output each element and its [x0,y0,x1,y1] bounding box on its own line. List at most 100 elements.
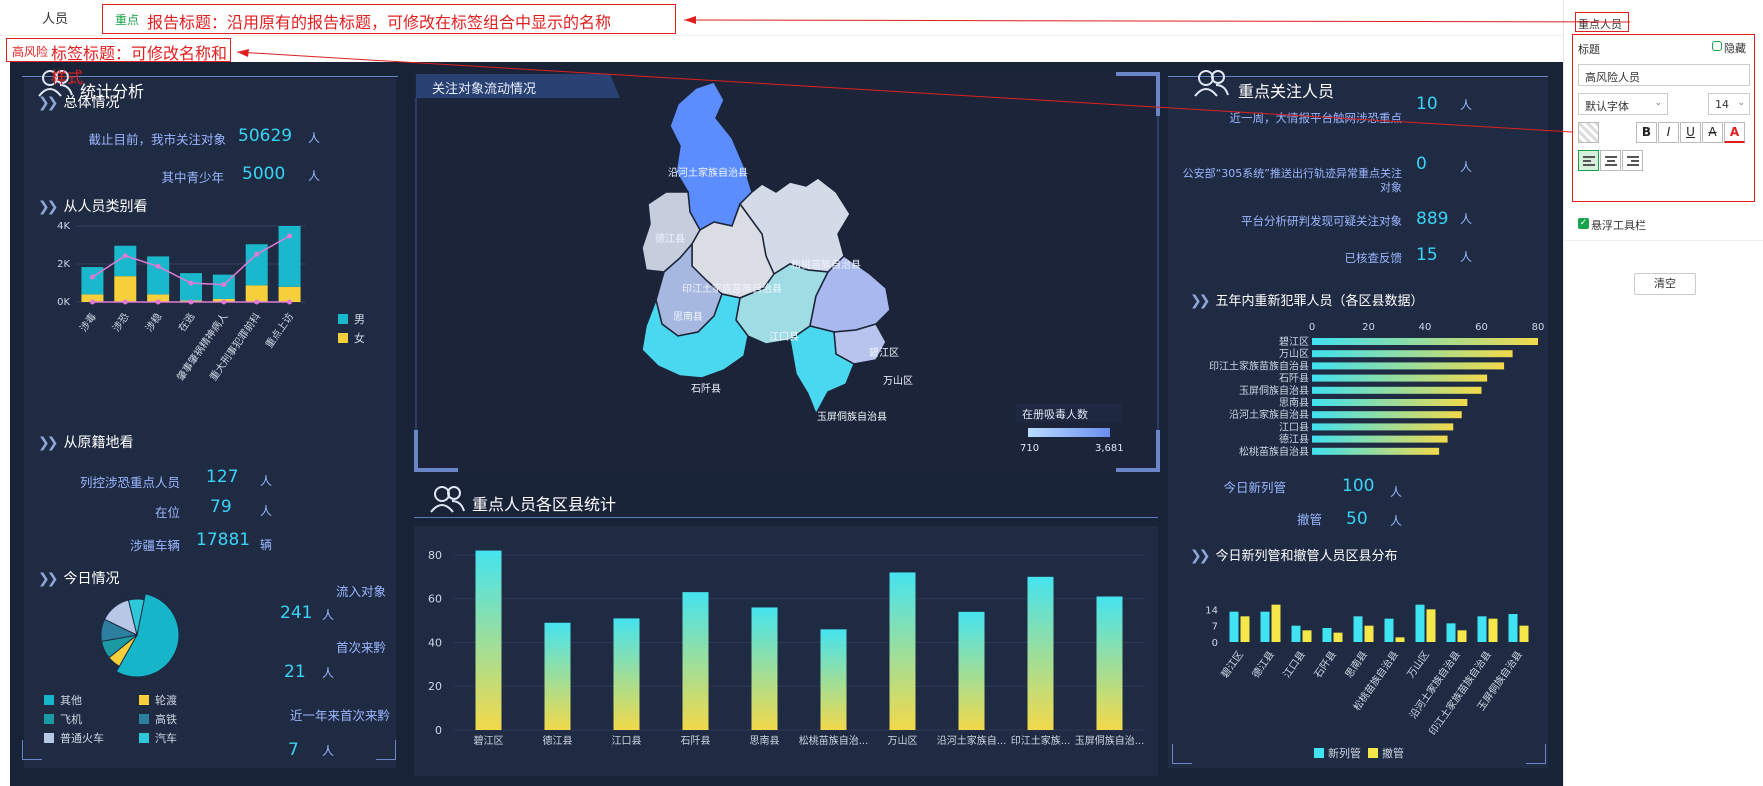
italic-button[interactable]: I [1658,122,1679,143]
trend-point [254,251,260,257]
trend-point [254,299,260,305]
map-region-label: 万山区 [883,375,913,387]
trend-point [287,233,293,239]
right-stat-label: 公安部“305系统”推送出行轨迹异常重点关注对象 [1182,167,1402,194]
legend-swatch [139,733,149,743]
district-bar [544,622,571,730]
x-tick-label: 碧江区 [1219,649,1246,680]
map-legend-gradient [1028,428,1110,437]
origin-section-title: ❯❯ 从原籍地看 [38,435,134,451]
legend-label: 其他 [60,694,82,707]
y-tick-label: 万山区 [1279,348,1309,360]
bar-female [114,276,137,302]
bar-female [245,285,268,302]
underline-button[interactable]: U [1680,122,1701,143]
tab-key-person[interactable]: 重点人员 [1575,12,1629,32]
overall-value: 50629 [238,126,293,146]
trend-point [155,299,161,305]
map-legend-title: 在册吸毒人数 [1022,408,1088,421]
right-today-value: 50 [1346,509,1368,529]
y-tick-label: 0K [57,297,70,308]
district-bar [1027,576,1054,730]
x-tick-label: 碧江区 [474,735,504,747]
bold-button[interactable]: B [1636,122,1657,143]
divider [1563,240,1763,241]
chevron-down-icon: ⌄ [1654,98,1662,108]
map-region-label: 印江土家族苗族自治县 [682,282,782,295]
origin-unit: 辆 [260,538,273,552]
origin-label: 列控涉恐重点人员 [79,475,180,490]
right-stat-label: 已核查反馈 [1344,251,1403,265]
x-tick-label: 石阡县 [1312,649,1339,680]
hbar [1312,350,1513,358]
legend-label: 轮渡 [155,694,177,707]
font-color-button[interactable]: A [1724,122,1745,143]
overall-unit: 人 [308,169,321,183]
right-stat-unit: 人 [1460,98,1473,112]
x-tick-label: 印江土家族... [1011,734,1071,747]
bg-color-button[interactable] [1578,122,1599,143]
legend-label: 普通火车 [60,732,104,745]
hbar [1312,338,1538,345]
overall-unit: 人 [308,131,321,145]
bar-removed [1488,618,1498,642]
align-left-button[interactable] [1578,150,1599,171]
y-tick-label: 4K [57,221,70,232]
x-tick-label: 在逃 [175,310,197,334]
map-region-label: 石阡县 [691,383,721,395]
title-input[interactable]: 高风险人员 [1578,64,1750,86]
today-stat-label: 近一年来首次来黔 [289,708,390,723]
title-settings-box [1572,34,1755,202]
hide-checkbox[interactable] [1712,41,1722,51]
bar-male [180,273,202,301]
x-tick-label: 江口县 [1281,649,1308,680]
x-tick-label: 80 [1532,322,1544,333]
align-center-button[interactable] [1600,150,1621,171]
chevron-right-icon: ❯❯ [1190,293,1211,309]
origin-label: 涉疆车辆 [129,538,180,553]
pie-legend-item: 普通火车 [44,730,104,746]
hbar [1312,411,1462,419]
pie-legend-item: 轮渡 [139,692,177,708]
bar-removed [1395,637,1405,642]
trend-point [188,299,194,305]
right-today-unit: 人 [1390,485,1403,499]
district-bar [751,607,778,730]
strike-button[interactable]: A [1702,122,1723,143]
hbar [1312,374,1488,382]
trend-point [155,263,161,269]
dist-section-title: ❯❯ 今日新列管和撤管人员区县分布 [1190,548,1398,564]
x-tick-label: 思南县 [750,734,780,747]
y-tick-label: 碧江区 [1279,336,1309,348]
bar-new [1353,616,1363,642]
font-select[interactable]: 默认字体 ⌄ [1578,93,1668,115]
size-select[interactable]: 14 ⌄ [1708,93,1750,115]
bar-removed [1333,632,1343,642]
y-tick-label: 60 [428,593,442,606]
bar-new [1508,614,1518,642]
bar-removed [1302,630,1312,642]
x-tick-label: 沿河土家族自... [937,734,1007,747]
hbar [1312,435,1448,443]
x-tick-label: 40 [1419,322,1432,333]
x-tick-label: 松桃苗族自治... [799,734,869,747]
align-right-button[interactable] [1622,150,1643,171]
x-tick-label: 涉毒 [77,310,99,334]
clear-button[interactable]: 清空 [1634,273,1696,295]
right-stat-unit: 人 [1460,212,1473,226]
annotation-report-title: 重点 报告标题：沿用原有的报告标题，可修改在标签组合中显示的名称 [102,4,676,34]
map-title: 关注对象流动情况 [432,82,537,97]
trend-point [188,280,194,286]
y-tick-label: 20 [428,680,442,693]
district-bar [889,572,916,730]
district-bar [820,629,847,730]
legend-label: 女 [354,331,365,345]
x-tick-label: 重点上访 [262,310,296,350]
y-tick-label: 江口县 [1279,421,1309,433]
bar-removed [1240,616,1250,642]
legend-swatch [139,695,149,705]
float-toolbar-checkbox[interactable]: ✓ [1578,218,1589,229]
category-section-title: ❯❯ 从人员类别看 [38,199,148,215]
y-tick-label: 沿河土家族自治县 [1229,408,1309,421]
tab-person[interactable]: 人员 [42,8,68,27]
